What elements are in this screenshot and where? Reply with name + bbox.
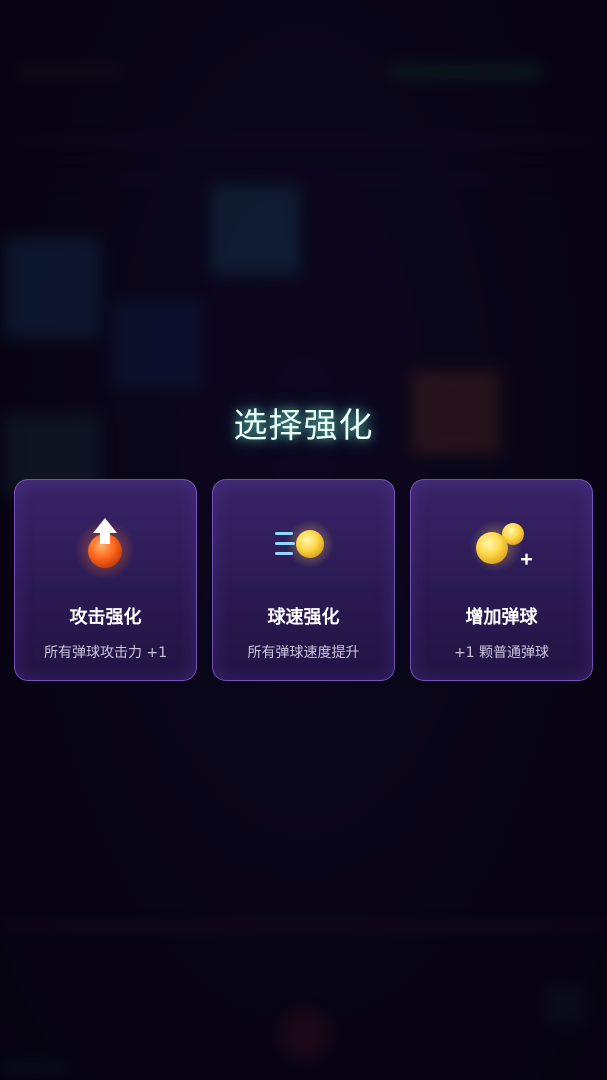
upgrade-card-attack[interactable]: 攻击强化 所有弹球攻击力 +1 <box>14 479 197 681</box>
upgrade-card-list: 攻击强化 所有弹球攻击力 +1 球速强化 所有弹球速度提升 增加弹球 +1 颗普… <box>14 479 593 681</box>
upgrade-name: 球速强化 <box>267 607 340 628</box>
choose-upgrade-title: 选择强化 <box>233 406 374 446</box>
upgrade-card-ball-speed[interactable]: 球速强化 所有弹球速度提升 <box>212 479 395 681</box>
upgrade-name: 增加弹球 <box>465 607 538 628</box>
upgrade-card-add-ball[interactable]: 增加弹球 +1 颗普通弹球 <box>410 479 593 681</box>
game-screen: 选择强化 攻击强化 所有弹球攻击力 +1 球速强化 所有弹球速度提升 增加弹球 … <box>0 0 607 1080</box>
ball-speed-icon <box>275 520 334 568</box>
upgrade-description: 所有弹球攻击力 +1 <box>43 645 168 661</box>
upgrade-name: 攻击强化 <box>69 607 142 628</box>
attack-up-icon <box>75 518 135 578</box>
add-ball-icon <box>470 520 532 572</box>
upgrade-description: 所有弹球速度提升 <box>247 645 360 661</box>
upgrade-description: +1 颗普通弹球 <box>453 645 550 661</box>
